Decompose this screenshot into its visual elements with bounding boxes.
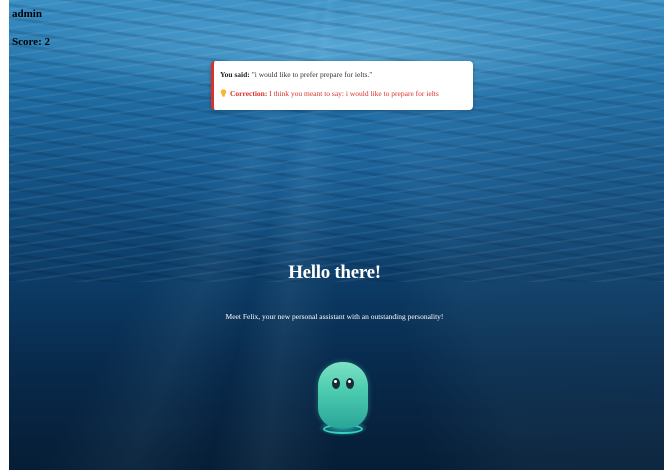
score-label: Score: 2 [12, 36, 50, 48]
user-said-line: You said: "i would like to prefer prepar… [220, 69, 465, 80]
greeting-subtitle: Meet Felix, your new personal assistant … [225, 312, 444, 321]
avatar-body [318, 362, 368, 428]
correction-line: Correction: I think you meant to say: i … [220, 88, 465, 99]
you-said-text: "i would like to prefer prepare for ielt… [249, 70, 373, 79]
felix-assistant-avatar[interactable] [316, 360, 370, 446]
username-label: admin [12, 8, 42, 20]
app-root: admin Score: 2 You said: "i would like t… [0, 0, 669, 470]
left-eye-icon [332, 378, 340, 389]
correction-feedback-card: You said: "i would like to prefer prepar… [211, 61, 473, 110]
right-eye-icon [346, 378, 354, 389]
correction-text: I think you meant to say: i would like t… [267, 89, 439, 98]
greeting-title: Hello there! [288, 262, 381, 283]
correction-label: Correction: [230, 89, 268, 98]
lightbulb-icon [220, 89, 227, 97]
you-said-label: You said: [220, 70, 250, 79]
